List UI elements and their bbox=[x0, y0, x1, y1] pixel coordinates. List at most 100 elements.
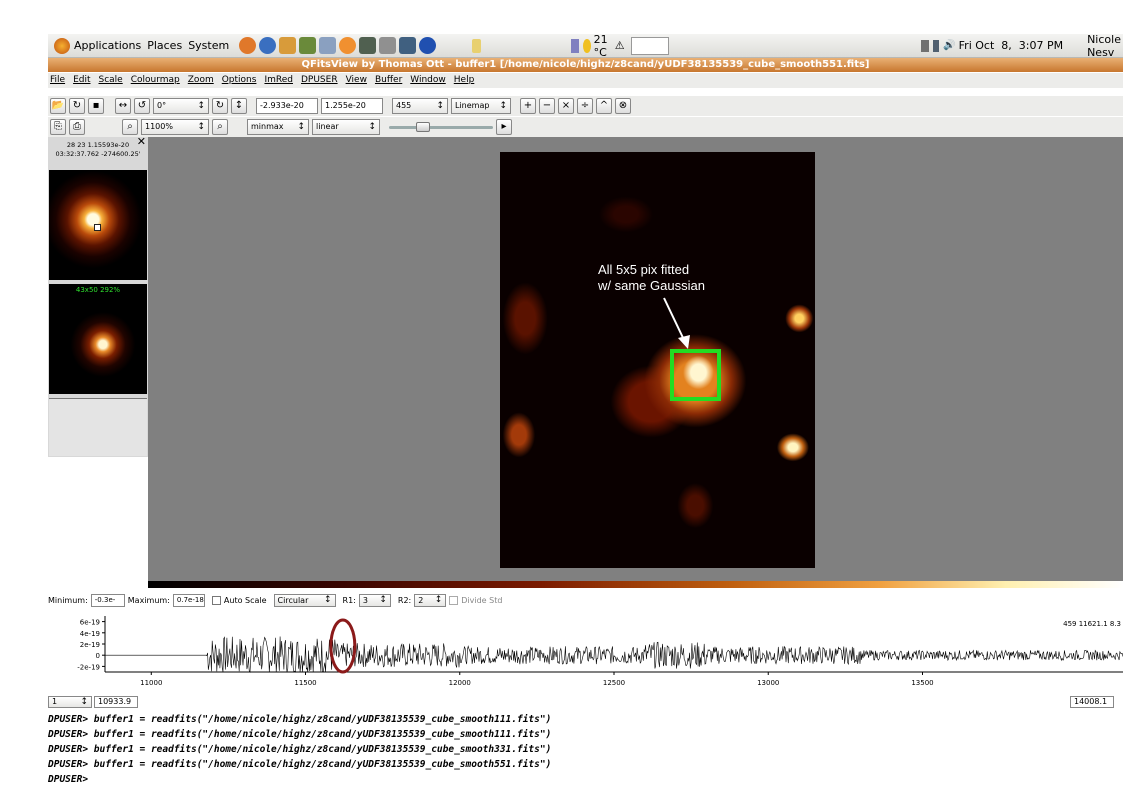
network-tray-icon[interactable] bbox=[932, 39, 940, 52]
end-wave-field[interactable]: 14008.1 bbox=[1070, 696, 1114, 708]
maximum-field[interactable]: 0.7e-18 bbox=[172, 593, 205, 607]
weather-label[interactable]: 21 °C bbox=[594, 33, 611, 59]
multiply-button[interactable]: × bbox=[558, 98, 574, 114]
magnifier-view[interactable] bbox=[49, 170, 147, 280]
autoscale-checkbox[interactable] bbox=[211, 595, 221, 605]
thumbnail-label: 43x50 292% bbox=[75, 286, 121, 294]
menu-help[interactable]: Help bbox=[454, 73, 475, 88]
annotation-line1: All 5x5 pix fitted bbox=[598, 262, 690, 277]
power-button[interactable]: ^ bbox=[596, 98, 612, 114]
menu-dpuser[interactable]: DPUSER bbox=[301, 73, 338, 88]
globe-icon[interactable] bbox=[419, 37, 437, 54]
monitor-icon[interactable] bbox=[399, 37, 417, 54]
min-field[interactable]: -2.933e-20 bbox=[256, 98, 318, 114]
scale-mode-select[interactable]: minmax bbox=[247, 119, 309, 135]
spectrum-plot[interactable]: 6e-19 4e-19 2e-19 0 -2e-19 11000 11500 12000 125… bbox=[48, 612, 1123, 692]
cursor-readout: 459 11621.1 8.3 bbox=[1063, 620, 1121, 628]
menu-view[interactable]: View bbox=[346, 73, 367, 88]
x-tick-label: 12500 bbox=[603, 679, 625, 687]
r2-label: R2: bbox=[397, 595, 412, 605]
max-field[interactable]: 1.255e-20 bbox=[321, 98, 383, 114]
side-panel-empty-area bbox=[49, 398, 147, 456]
calculator-icon[interactable] bbox=[359, 37, 377, 54]
console-prompt[interactable]: DPUSER> bbox=[48, 772, 1123, 787]
menu-zoom[interactable]: Zoom bbox=[188, 73, 214, 88]
copy-icon[interactable]: ⎘ bbox=[50, 119, 66, 135]
start-wave-field[interactable]: 10933.9 bbox=[94, 696, 138, 708]
x-tick-label: 12000 bbox=[449, 679, 471, 687]
menu-options[interactable]: Options bbox=[222, 73, 257, 88]
menu-scale[interactable]: Scale bbox=[99, 73, 123, 88]
side-panel: 28 23 1.15593e-20 03:32:37.762 -274600.2… bbox=[48, 135, 148, 457]
user-name[interactable]: Nicole Nesv bbox=[1087, 33, 1123, 59]
flip-horizontal-icon[interactable]: ↔ bbox=[115, 98, 131, 114]
rotate-cw-icon[interactable]: ↻ bbox=[212, 98, 228, 114]
bug-icon[interactable] bbox=[279, 37, 297, 54]
colour-bar[interactable] bbox=[148, 581, 1123, 588]
y-tick-label: 2e-19 bbox=[80, 641, 100, 649]
zoom-in-icon[interactable]: ⌕ bbox=[122, 119, 138, 135]
subtract-button[interactable]: − bbox=[539, 98, 555, 114]
search-box[interactable] bbox=[630, 36, 670, 55]
printer-icon[interactable] bbox=[379, 37, 397, 54]
divide-button[interactable]: ÷ bbox=[577, 98, 593, 114]
x-tick-label: 13000 bbox=[757, 679, 779, 687]
menu-window[interactable]: Window bbox=[410, 73, 446, 88]
firefox-icon[interactable] bbox=[239, 37, 257, 54]
play-icon[interactable]: ▸ bbox=[496, 119, 512, 135]
coords-pixel: 28 23 1.15593e-20 bbox=[66, 141, 130, 149]
network-icon[interactable] bbox=[571, 38, 579, 53]
mail-icon[interactable] bbox=[319, 37, 337, 54]
divide-std-checkbox[interactable] bbox=[449, 595, 459, 605]
r1-spinbox[interactable]: 3 bbox=[358, 593, 391, 607]
start-index-spinbox[interactable]: 1 bbox=[48, 696, 92, 708]
aperture-shape-select[interactable]: Circular bbox=[273, 593, 336, 607]
colormap-select[interactable]: Linemap bbox=[451, 98, 511, 114]
rotate-ccw-icon[interactable]: ↺ bbox=[134, 98, 150, 114]
close-icon[interactable]: ✕ bbox=[137, 135, 146, 148]
menu-buffer[interactable]: Buffer bbox=[375, 73, 402, 88]
flip-vertical-icon[interactable]: ↕ bbox=[231, 98, 247, 114]
window-title-bar[interactable]: QFitsView by Thomas Ott - buffer1 [/home… bbox=[48, 58, 1123, 72]
printer-tray-icon[interactable] bbox=[921, 39, 929, 52]
edit-icon[interactable] bbox=[299, 37, 317, 54]
fit-region-box bbox=[670, 349, 721, 401]
zoom-out-icon[interactable]: ⌕ bbox=[212, 119, 228, 135]
save-icon[interactable]: ▪ bbox=[88, 98, 104, 114]
minimum-field[interactable]: -0.3e-18 bbox=[90, 593, 125, 607]
menu-file[interactable]: File bbox=[50, 73, 65, 88]
toolbar-main: 📂 ↻ ▪ ↔ ↺ 0° ↻ ↕ -2.933e-20 1.255e-20 45… bbox=[48, 96, 1123, 116]
rotation-select[interactable]: 0° bbox=[153, 98, 209, 114]
volume-icon[interactable]: 🔊 bbox=[943, 40, 955, 51]
annotation-line2: w/ same Gaussian bbox=[598, 278, 705, 293]
applications-menu[interactable]: Applications bbox=[54, 37, 141, 54]
notes-icon[interactable] bbox=[472, 38, 482, 53]
print-icon[interactable]: ⎙ bbox=[69, 119, 85, 135]
fits-image[interactable] bbox=[500, 152, 815, 568]
clock[interactable]: Fri Oct 8, 3:07 PM bbox=[959, 39, 1063, 52]
add-button[interactable]: + bbox=[520, 98, 536, 114]
places-menu[interactable]: Places bbox=[147, 39, 182, 52]
window-title: QFitsView by Thomas Ott - buffer1 [/home… bbox=[301, 59, 870, 70]
system-menu[interactable]: System bbox=[188, 39, 229, 52]
cursor-box bbox=[94, 224, 101, 231]
menu-imred[interactable]: ImRed bbox=[264, 73, 293, 88]
dpuser-console[interactable]: DPUSER> buffer1 = readfits("/home/nicole… bbox=[48, 712, 1123, 787]
console-line: DPUSER> buffer1 = readfits("/home/nicole… bbox=[48, 714, 552, 725]
r2-spinbox[interactable]: 2 bbox=[414, 593, 447, 607]
zoom-select[interactable]: 1100% bbox=[141, 119, 209, 135]
help-icon[interactable] bbox=[259, 37, 277, 54]
open-icon[interactable]: 📂 bbox=[50, 98, 66, 114]
contrast-slider[interactable] bbox=[389, 122, 493, 132]
top-panel: Applications Places System 21 °C ⚠ 🔊 Fri… bbox=[48, 33, 1123, 59]
overview-thumbnail[interactable]: 43x50 292% bbox=[49, 284, 147, 394]
menu-colourmap[interactable]: Colourmap bbox=[131, 73, 180, 88]
scale-type-select[interactable]: linear bbox=[312, 119, 380, 135]
menu-edit[interactable]: Edit bbox=[73, 73, 90, 88]
warning-icon: ⚠ bbox=[614, 39, 625, 52]
slice-spinbox[interactable]: 455 bbox=[392, 98, 448, 114]
convolve-button[interactable]: ⊗ bbox=[615, 98, 631, 114]
weather-app-icon[interactable] bbox=[339, 37, 357, 54]
r1-label: R1: bbox=[342, 595, 356, 605]
reload-icon[interactable]: ↻ bbox=[69, 98, 85, 114]
